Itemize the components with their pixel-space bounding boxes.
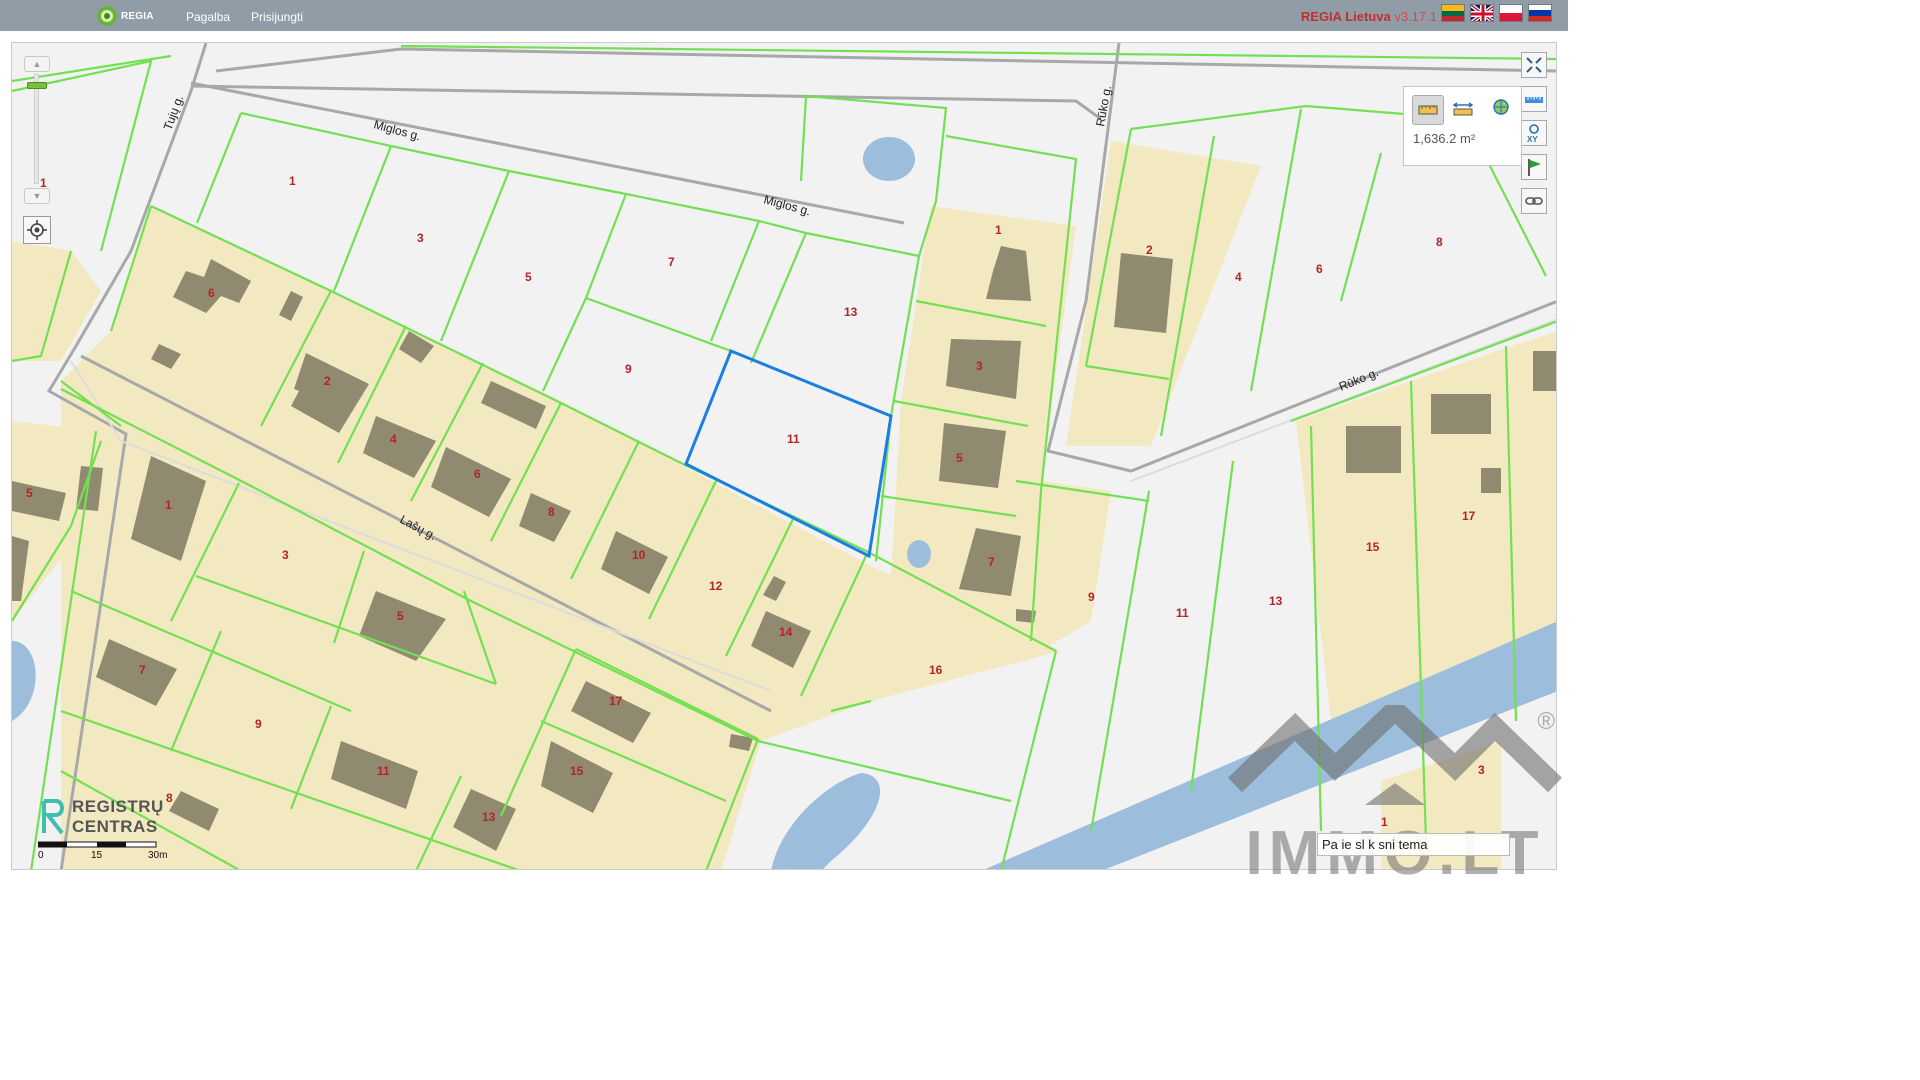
- org-name-line1: REGISTRŲ: [72, 797, 164, 816]
- measure-point-button[interactable]: [1486, 95, 1518, 125]
- parcel-label[interactable]: 13: [482, 810, 496, 824]
- parcel-label[interactable]: 15: [1366, 540, 1380, 554]
- parcel-label[interactable]: 7: [988, 555, 995, 569]
- parcel-label[interactable]: 14: [779, 625, 793, 639]
- coordinates-button[interactable]: XY: [1521, 120, 1547, 146]
- map-viewport[interactable]: Miglos g. Miglos g. Tujų g. Rūko g. Rūko…: [11, 42, 1557, 870]
- parcel-label[interactable]: 15: [570, 764, 584, 778]
- cadastral-map[interactable]: Miglos g. Miglos g. Tujų g. Rūko g. Rūko…: [12, 43, 1557, 870]
- locate-button[interactable]: [23, 216, 51, 244]
- parcel-label[interactable]: 7: [668, 255, 675, 269]
- target-icon: [27, 220, 47, 240]
- russian-flag-icon[interactable]: [1528, 4, 1552, 22]
- parcel-label[interactable]: 16: [929, 663, 943, 677]
- parcel-label[interactable]: 4: [390, 432, 397, 446]
- org-name-line2: CENTRAS: [72, 817, 158, 836]
- parcel-label[interactable]: 8: [548, 505, 555, 519]
- layer-search-input[interactable]: [1317, 833, 1510, 856]
- measure-distance-button[interactable]: [1448, 95, 1480, 125]
- ruler-icon: [1525, 97, 1543, 103]
- top-bar: REGIA Pagalba Prisijungti REGIA Lietuva …: [0, 0, 1568, 31]
- parcel-label[interactable]: 3: [417, 231, 424, 245]
- parcel-label[interactable]: 5: [397, 609, 404, 623]
- parcel-label[interactable]: 4: [1235, 270, 1242, 284]
- parcel-label[interactable]: 3: [1478, 763, 1485, 777]
- distance-icon: [1452, 102, 1474, 116]
- xy-coordinates-icon: XY: [1527, 124, 1539, 144]
- nav-help-link[interactable]: Pagalba: [186, 10, 230, 24]
- globe-icon: [1493, 99, 1509, 115]
- parcel-label[interactable]: 5: [956, 451, 963, 465]
- parcel-label[interactable]: 17: [609, 694, 623, 708]
- app-version: v3.17.1: [1394, 9, 1437, 24]
- parcel-label[interactable]: 13: [1269, 594, 1283, 608]
- brand-name: REGIA Lietuva: [1300, 9, 1391, 24]
- link-icon: [1525, 197, 1543, 205]
- parcel-label[interactable]: 17: [1462, 509, 1476, 523]
- measure-tool-button[interactable]: [1521, 86, 1547, 112]
- zoom-slider-handle[interactable]: [27, 82, 47, 89]
- registru-centras-icon: [42, 799, 64, 835]
- scale-label: 0: [38, 850, 44, 861]
- zoom-out-button[interactable]: ▼: [24, 188, 50, 204]
- zoom-level: 1: [40, 176, 47, 190]
- app-brand: REGIA Lietuva v3.17.1: [1301, 9, 1437, 24]
- flag-icon: [1528, 159, 1541, 176]
- parcel-label[interactable]: 5: [26, 486, 33, 500]
- lithuanian-flag-icon[interactable]: [1441, 4, 1465, 22]
- parcel-label[interactable]: 5: [525, 270, 532, 284]
- scale-bar: 0 15 30m: [38, 840, 168, 862]
- parcel-label[interactable]: 9: [1088, 590, 1095, 604]
- parcel-label[interactable]: 11: [377, 764, 390, 778]
- parcel-label[interactable]: 6: [208, 286, 215, 300]
- fullscreen-button[interactable]: [1521, 52, 1547, 78]
- measure-area-button[interactable]: [1412, 95, 1444, 125]
- parcel-label[interactable]: 6: [474, 467, 481, 481]
- nav-login-link[interactable]: Prisijungti: [251, 10, 303, 24]
- parcel-label[interactable]: 1: [995, 223, 1002, 237]
- parcel-label[interactable]: 1: [165, 498, 172, 512]
- parcel-label[interactable]: 1: [289, 174, 296, 188]
- parcel-label[interactable]: 2: [324, 374, 331, 388]
- measurement-panel: 1,636.2 m²: [1403, 86, 1522, 166]
- parcel-label[interactable]: 6: [1316, 262, 1323, 276]
- parcel-label[interactable]: 11: [787, 432, 800, 446]
- parcel-label[interactable]: 8: [1436, 235, 1443, 249]
- share-link-button[interactable]: [1521, 188, 1547, 214]
- parcel-label[interactable]: 3: [282, 548, 289, 562]
- zoom-control: ▲ ▼: [22, 54, 52, 204]
- parcel-label[interactable]: 1: [1381, 815, 1388, 829]
- parcel-label[interactable]: 2: [1146, 243, 1153, 257]
- area-icon: [1418, 105, 1438, 115]
- scale-label: 15: [91, 850, 103, 861]
- scale-label: 30m: [148, 850, 168, 861]
- parcel-label[interactable]: 9: [255, 717, 262, 731]
- measured-area-value: 1,636.2 m²: [1413, 131, 1476, 146]
- parcel-label[interactable]: 13: [844, 305, 858, 319]
- parcel-label[interactable]: 11: [1176, 606, 1189, 620]
- svg-text:XY: XY: [1527, 135, 1538, 144]
- parcel-label[interactable]: 10: [632, 548, 646, 562]
- logo-text: REGIA: [121, 10, 154, 22]
- regia-logo[interactable]: REGIA: [96, 4, 154, 28]
- parcel-label[interactable]: 7: [139, 663, 146, 677]
- regia-logo-icon: [97, 6, 117, 26]
- parcel-label[interactable]: 9: [625, 362, 632, 376]
- parcel-label[interactable]: 3: [976, 359, 983, 373]
- marker-button[interactable]: [1521, 154, 1547, 180]
- zoom-in-button[interactable]: ▲: [24, 56, 50, 72]
- scale-bar-graphic: [38, 841, 157, 848]
- zoom-slider-track[interactable]: [34, 74, 39, 184]
- polish-flag-icon[interactable]: [1499, 4, 1523, 22]
- registru-centras-logo: REGISTRŲ CENTRAS: [38, 797, 168, 839]
- parcel-label[interactable]: 12: [709, 579, 723, 593]
- collapse-icon: [1526, 57, 1542, 73]
- uk-flag-icon[interactable]: [1470, 4, 1494, 22]
